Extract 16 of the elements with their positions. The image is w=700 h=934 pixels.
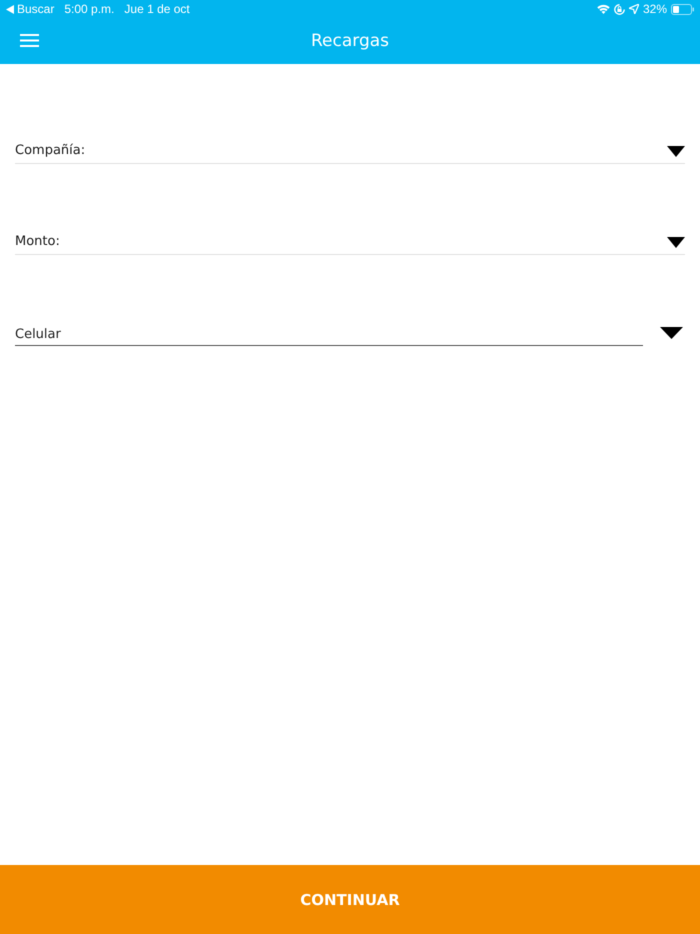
select-field[interactable]: Compañía:: [15, 135, 685, 164]
status-time: 5:00 p.m.: [64, 2, 114, 16]
caret-icon: [667, 237, 685, 248]
back-icon[interactable]: [6, 4, 14, 14]
caret-icon: [667, 146, 685, 157]
caret-icon[interactable]: [660, 327, 683, 339]
select-field[interactable]: Monto:: [15, 226, 685, 255]
wifi-icon: [596, 4, 610, 14]
page-title: Recargas: [310, 31, 390, 51]
battery-icon: [671, 4, 694, 14]
menu-icon[interactable]: [20, 34, 39, 47]
battery-percentage: 32%: [642, 2, 667, 16]
status-date: Jue 1 de oct: [124, 2, 190, 16]
input-field[interactable]: Celular: [15, 317, 643, 346]
location-arrow-icon: [628, 4, 639, 14]
rotation-lock-icon: [614, 4, 625, 14]
